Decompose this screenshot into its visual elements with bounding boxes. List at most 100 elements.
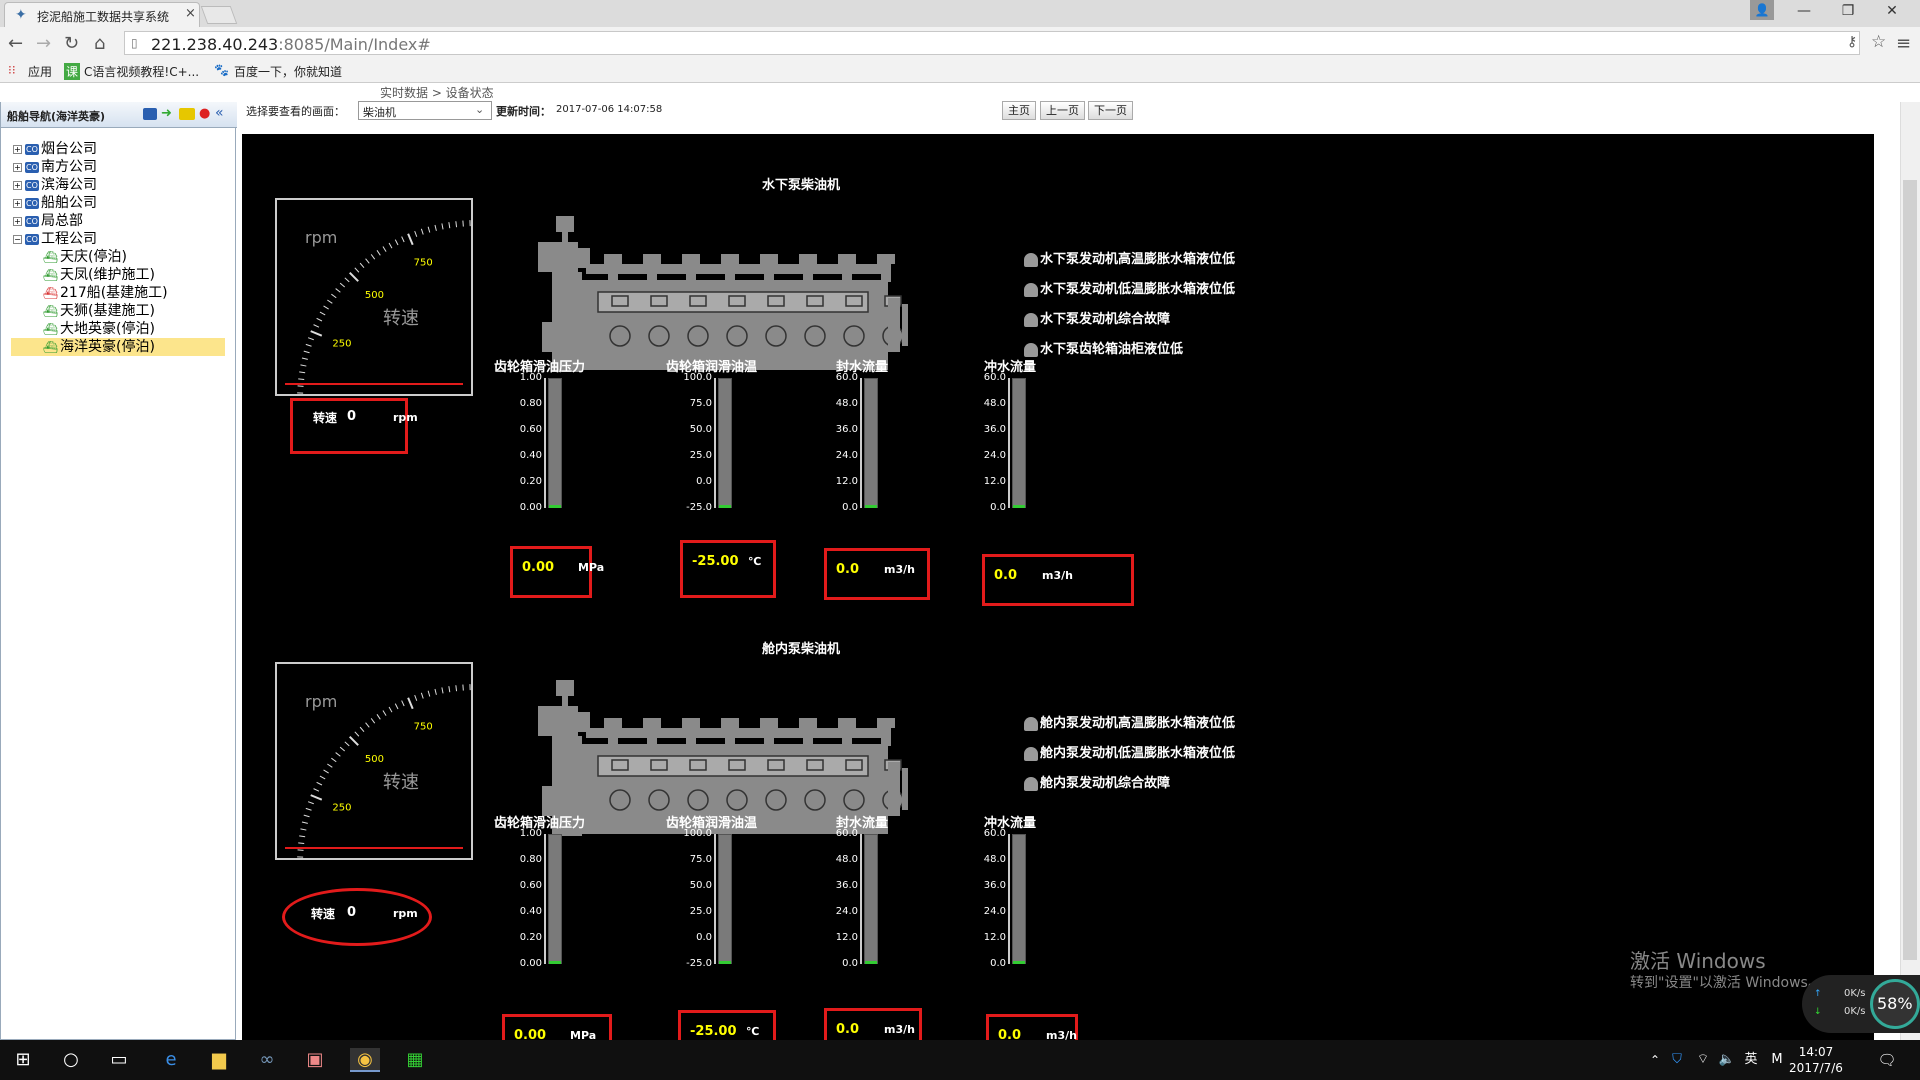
- gauge-tick: [323, 769, 329, 774]
- tree-company[interactable]: + CO 局总部: [13, 212, 83, 230]
- expand-icon[interactable]: +: [13, 198, 22, 208]
- download-speed: 0K/s: [1844, 1006, 1866, 1017]
- gauge-tick: [307, 801, 314, 805]
- bar-tick-label: 0.60: [519, 880, 542, 891]
- excel-icon[interactable]: ▦: [400, 1048, 430, 1072]
- tree-ship[interactable]: ⛴ 天庆(停泊): [43, 248, 127, 266]
- gauge-tick: [394, 703, 399, 710]
- screen-select[interactable]: 柴油机 ⌄: [358, 101, 492, 120]
- file-explorer-icon[interactable]: ▆: [204, 1048, 234, 1072]
- reload-icon[interactable]: ↻: [64, 33, 79, 54]
- gauge-tick: [441, 687, 444, 694]
- tree-company[interactable]: + CO 滨海公司: [13, 176, 97, 194]
- package-app-icon[interactable]: ▣: [300, 1048, 330, 1072]
- home-icon[interactable]: ⌂: [94, 33, 105, 54]
- system-clock[interactable]: 14:07 2017/7/6: [1776, 1044, 1856, 1076]
- page-scrollbar-thumb[interactable]: [1903, 180, 1917, 960]
- rpm-readout: 转速 0 rpm: [290, 398, 418, 454]
- value-unit: m3/h: [884, 563, 915, 576]
- expand-icon[interactable]: +: [13, 216, 22, 226]
- home-page-button[interactable]: 主页: [1002, 101, 1036, 120]
- chrome-icon[interactable]: ◉: [350, 1048, 380, 1072]
- bar-gauge-fill: [719, 961, 731, 964]
- bar-tick-label: 0.0: [990, 958, 1006, 969]
- company-icon: CO: [25, 233, 39, 245]
- bookmark-baidu[interactable]: 百度一下，你就知道: [234, 63, 342, 80]
- gauge-tick: [339, 746, 346, 752]
- browser-tab[interactable]: ✦ 挖泥船施工数据共享系统 ×: [4, 2, 200, 27]
- collapse-icon[interactable]: −: [13, 234, 22, 244]
- bar-tick-label: 12.0: [835, 476, 858, 487]
- windows-start-icon[interactable]: ⊞: [8, 1048, 38, 1072]
- bookmark-c-tutorial[interactable]: C语言视频教程!C+...: [84, 63, 199, 80]
- tree-ship-selected[interactable]: ⛴ 海洋英豪(停泊): [11, 338, 225, 356]
- menu-icon[interactable]: ≡: [1896, 33, 1911, 54]
- alarm-indicator: 舱内泵发动机低温膨胀水箱液位低: [1024, 742, 1235, 761]
- collapse-sidebar-icon[interactable]: «: [215, 105, 224, 121]
- restore-icon[interactable]: ❐: [1828, 3, 1868, 23]
- chevron-down-icon[interactable]: ⌄: [475, 103, 484, 116]
- address-bar[interactable]: ▯ 221.238.40.243:8085/Main/Index# ⚷ ☆: [124, 31, 1886, 55]
- sidebar-title: 船舶导航(海洋英豪): [7, 110, 106, 123]
- tree-company[interactable]: + CO 船舶公司: [13, 194, 97, 212]
- alarm-label: 水下泵发动机高温膨胀水箱液位低: [1040, 252, 1236, 267]
- expand-icon[interactable]: +: [13, 162, 22, 172]
- edge-browser-icon[interactable]: e: [156, 1048, 186, 1072]
- location-pin-icon[interactable]: ●: [199, 106, 210, 121]
- alarm-indicator: 舱内泵发动机综合故障: [1024, 772, 1170, 791]
- expand-icon[interactable]: +: [13, 180, 22, 190]
- infinity-app-icon[interactable]: ∞: [252, 1048, 282, 1072]
- tree-company[interactable]: + CO 南方公司: [13, 158, 97, 176]
- tree-company[interactable]: − CO 工程公司: [13, 230, 97, 248]
- tree-ship[interactable]: ⛴ 天凤(维护施工): [43, 266, 155, 284]
- alarm-label: 舱内泵发动机高温膨胀水箱液位低: [1040, 716, 1236, 731]
- rpm-readout-value: 0: [347, 905, 357, 920]
- bookmark-apps[interactable]: 应用: [28, 63, 52, 80]
- gauge-tick: [388, 242, 393, 249]
- gauge-tick: [382, 246, 387, 252]
- gauge-tick: [327, 763, 333, 768]
- bookmark-star-icon[interactable]: ☆: [1871, 32, 1886, 52]
- key-icon[interactable]: ⚷: [1847, 34, 1857, 50]
- tree-ship[interactable]: ⛴ 天狮(基建施工): [43, 302, 155, 320]
- alarm-indicator: 水下泵发动机高温膨胀水箱液位低: [1024, 248, 1235, 267]
- value-unit: m3/h: [1042, 569, 1073, 582]
- bar-tick-label: 36.0: [835, 424, 858, 435]
- gauge-tick-label: 250: [332, 803, 351, 814]
- apps-grid-icon[interactable]: ⁝⁝: [8, 63, 16, 77]
- gauge-tick: [344, 741, 350, 747]
- task-view-icon[interactable]: ▭: [104, 1048, 134, 1072]
- pro-filter-icon[interactable]: [179, 108, 195, 120]
- tree-ship[interactable]: ⛴ 217船(基建施工): [43, 284, 168, 302]
- next-page-button[interactable]: 下一页: [1088, 101, 1133, 120]
- forward-arrow-icon[interactable]: →: [36, 33, 51, 54]
- new-tab-button[interactable]: [200, 6, 238, 24]
- bar-tick-label: 0.80: [519, 398, 542, 409]
- gauge-unit-label: rpm: [305, 228, 338, 247]
- prev-page-button[interactable]: 上一页: [1040, 101, 1085, 120]
- user-profile-icon[interactable]: 👤: [1750, 0, 1774, 20]
- bar-axis: [860, 834, 862, 964]
- bar-tick-label: 12.0: [983, 932, 1006, 943]
- bar-tick-label: 24.0: [983, 906, 1006, 917]
- gauge-center-label: 转速: [383, 772, 419, 793]
- window-close-icon[interactable]: ✕: [1872, 3, 1912, 23]
- back-arrow-icon[interactable]: ←: [8, 33, 23, 54]
- notification-icon[interactable]: 🗨: [1872, 1048, 1902, 1072]
- value-unit: ℃: [748, 555, 762, 568]
- company-filter-icon[interactable]: [143, 108, 157, 120]
- tree-company[interactable]: + CO 烟台公司: [13, 140, 97, 158]
- network-speed-widget: ↑ 0K/s ↓ 0K/s 58%: [1802, 975, 1920, 1033]
- tree-ship[interactable]: ⛴ 大地英豪(停泊): [43, 320, 155, 338]
- expand-icon[interactable]: +: [13, 144, 22, 154]
- memory-usage-ring[interactable]: 58%: [1870, 979, 1920, 1029]
- gauge-tick: [335, 288, 341, 293]
- minimize-icon[interactable]: —: [1784, 3, 1824, 23]
- search-icon[interactable]: ○: [56, 1048, 86, 1072]
- alarm-lamp-icon: [1024, 312, 1038, 327]
- tab-close-icon[interactable]: ×: [185, 6, 196, 21]
- diesel-engine-panel: 水下泵柴油机02505007501000rpm转速转速0rpm水下泵发动机高温膨…: [242, 134, 1874, 1060]
- company-icon: CO: [25, 143, 39, 155]
- gauge-tick: [300, 364, 307, 367]
- forward-green-icon[interactable]: ➜: [161, 106, 172, 121]
